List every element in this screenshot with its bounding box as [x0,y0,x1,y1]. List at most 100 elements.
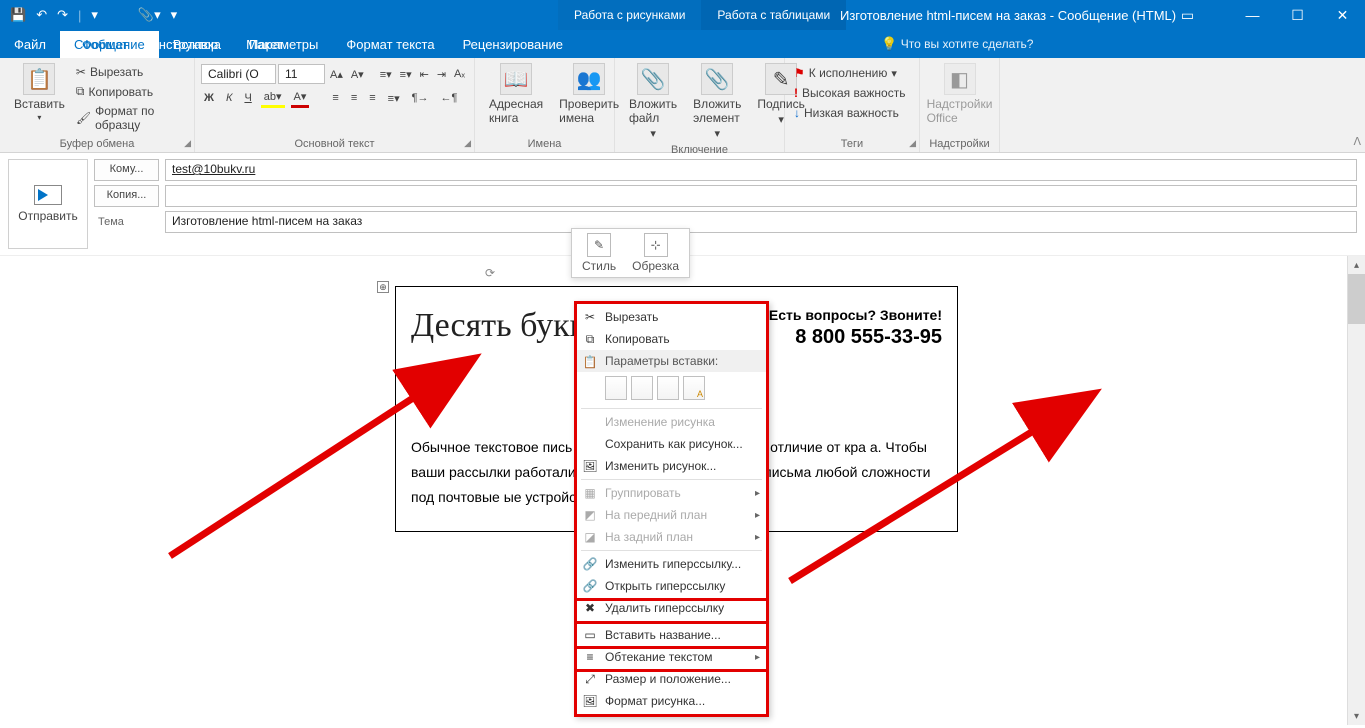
to-button[interactable]: Кому... [94,159,159,181]
minimize-icon[interactable]: — [1230,0,1275,30]
window-controls: ▭ — ☐ ✕ [1165,0,1365,30]
followup-button[interactable]: ⚑К исполнению▾ [791,64,913,82]
vertical-scrollbar[interactable]: ▴ ▾ [1347,256,1365,725]
bold-button[interactable]: Ж [201,90,217,106]
book-icon: 📖 [500,63,532,95]
subject-field[interactable]: Изготовление html-писем на заказ [165,211,1357,233]
more-icon[interactable]: ▾ [167,4,182,26]
address-book-button[interactable]: 📖Адресная книга [481,61,551,127]
message-body[interactable]: ✎Стиль ⊹Обрезка ⊕ ⟳ Десять букв Есть воп… [0,255,1365,725]
format-painter-button[interactable]: 🖌Формат по образцу [73,102,188,134]
group-include: 📎Вложить файл▾ 📎Вложить элемент▾ ✎Подпис… [615,58,785,152]
tab-format-text[interactable]: Формат текста [332,31,448,58]
attach-icon[interactable]: 📎▾ [134,4,165,26]
ctx-cut[interactable]: ✂Вырезать [577,306,766,328]
paste-option-4[interactable]: A [683,376,705,400]
ltr-icon[interactable]: ¶→ [409,90,432,106]
shrink-font-icon[interactable]: A▾ [348,66,367,83]
redo-icon[interactable]: ↷ [53,4,72,26]
office-addins-button[interactable]: ◧Надстройки Office [926,61,993,127]
paste-option-1[interactable] [605,376,627,400]
bullets-icon[interactable]: ≡▾ [377,66,395,83]
dialog-launcher-icon[interactable]: ◢ [909,138,916,149]
paste-options: A [577,372,766,406]
paste-icon: 📋 [23,63,55,95]
send-button[interactable]: Отправить [8,159,88,249]
scroll-up-icon[interactable]: ▴ [1348,256,1365,274]
maximize-icon[interactable]: ☐ [1275,0,1320,30]
clear-format-icon[interactable]: Aₓ [451,66,468,82]
crop-button[interactable]: ⊹Обрезка [626,233,685,273]
brush-icon: 🖌 [76,111,91,125]
attach-item-button[interactable]: 📎Вложить элемент▾ [685,61,749,142]
contextual-tabs: Работа с рисунками Работа с таблицами [558,0,846,30]
line-spacing-icon[interactable]: ≡▾ [385,90,403,107]
style-button[interactable]: ✎Стиль [576,233,622,273]
align-right-icon[interactable]: ≡ [366,90,378,106]
dialog-launcher-icon[interactable]: ◢ [184,138,191,149]
align-left-icon[interactable]: ≡ [329,90,341,106]
undo-icon[interactable]: ↶ [32,4,51,26]
attach-file-button[interactable]: 📎Вложить файл▾ [621,61,685,142]
format-icon: 🖼 [582,693,598,709]
tab-tbl-design[interactable]: Конструктор [130,31,232,58]
rtl-icon[interactable]: ←¶ [438,90,461,106]
scroll-down-icon[interactable]: ▾ [1348,707,1365,725]
cc-button[interactable]: Копия... [94,185,159,207]
ctx-open-hyperlink[interactable]: 🔗Открыть гиперссылку [577,575,766,597]
tab-tbl-layout[interactable]: Макет [232,31,297,58]
front-icon: ◩ [582,507,598,523]
mini-toolbar: ✎Стиль ⊹Обрезка [571,228,690,278]
style-icon: ✎ [587,233,611,257]
outdent-icon[interactable]: ⇤ [417,66,432,83]
group-names: 📖Адресная книга 👥Проверить имена Имена [475,58,615,152]
ctx-save-as-picture[interactable]: Сохранить как рисунок... [577,433,766,455]
copy-button[interactable]: ⧉Копировать [73,82,188,101]
paste-option-2[interactable] [631,376,653,400]
align-center-icon[interactable]: ≡ [348,90,360,106]
cc-field[interactable] [165,185,1357,207]
low-importance-button[interactable]: ↓Низкая важность [791,104,913,122]
tab-review[interactable]: Рецензирование [449,31,577,58]
save-icon[interactable]: 💾 [6,4,30,26]
numbering-icon[interactable]: ≡▾ [397,66,415,83]
phone-text: 8 800 555-33-95 [769,326,942,349]
ctx-wrap-text[interactable]: ≡Обтекание текстом▸ [577,646,766,668]
grow-font-icon[interactable]: A▴ [327,66,346,83]
scroll-thumb[interactable] [1348,274,1365,324]
logo-image[interactable]: Десять букв [411,307,586,345]
ctx-format-picture[interactable]: 🖼Формат рисунка... [577,690,766,712]
font-color-icon[interactable]: A▾ [291,88,310,108]
to-field[interactable]: test@10bukv.ru [165,159,1357,181]
ctx-remove-hyperlink[interactable]: ✖Удалить гиперссылку [577,597,766,619]
ctx-size-position[interactable]: ⤢Размер и положение... [577,668,766,690]
highlight-icon[interactable]: ab▾ [261,88,285,108]
close-icon[interactable]: ✕ [1320,0,1365,30]
wrap-icon: ≡ [582,649,598,665]
qa-sep: | [74,5,85,26]
underline-button[interactable]: Ч [241,90,254,106]
ribbon-display-icon[interactable]: ▭ [1165,0,1210,30]
ctx-insert-caption[interactable]: ▭Вставить название... [577,624,766,646]
ctx-edit-picture[interactable]: 🖼Изменить рисунок... [577,455,766,477]
rotate-icon[interactable]: ⟳ [485,266,495,280]
font-name-input[interactable] [201,64,276,84]
ctx-copy[interactable]: ⧉Копировать [577,328,766,350]
italic-button[interactable]: К [223,90,235,106]
down-icon[interactable]: ▾ [87,4,102,26]
ctx-change-picture: Изменение рисунка [577,411,766,433]
font-size-input[interactable] [278,64,325,84]
context-menu: ✂Вырезать ⧉Копировать 📋Параметры вставки… [574,301,769,717]
arrow-down-icon: ↓ [794,106,800,120]
collapse-ribbon-icon[interactable]: ᐱ [1353,135,1361,148]
tell-me[interactable]: 💡 Что вы хотите сделать? [867,30,1047,58]
group-tags: ⚑К исполнению▾ !Высокая важность ↓Низкая… [785,58,920,152]
paste-button[interactable]: 📋 Вставить▾ [6,61,73,134]
high-importance-button[interactable]: !Высокая важность [791,84,913,102]
font-label: Основной текст [201,136,468,150]
ctx-edit-hyperlink[interactable]: 🔗Изменить гиперссылку... [577,553,766,575]
dialog-launcher-icon[interactable]: ◢ [464,138,471,149]
indent-icon[interactable]: ⇥ [434,66,449,83]
paste-option-3[interactable] [657,376,679,400]
cut-button[interactable]: ✂Вырезать [73,63,188,81]
